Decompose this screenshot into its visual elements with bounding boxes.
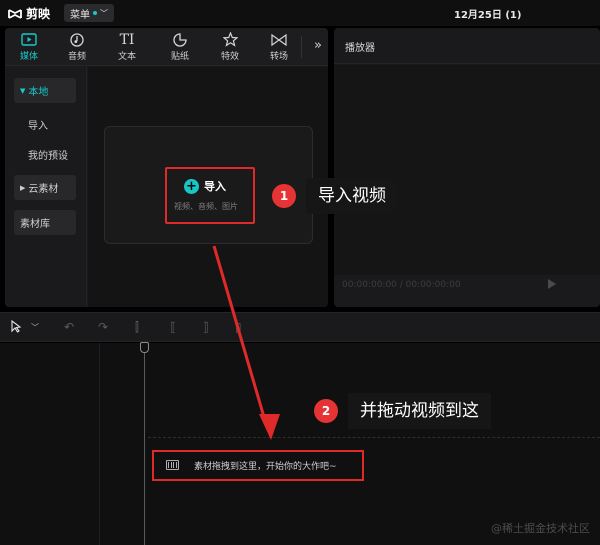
player-viewport — [334, 65, 600, 275]
chevron-down-icon: ﹀ — [100, 8, 108, 18]
sidebar-item-label: 导入 — [28, 121, 48, 132]
chevron-down-icon[interactable]: ﹀ — [31, 322, 39, 333]
delete-right-icon[interactable]: ⟧ — [203, 320, 209, 334]
split-icon[interactable]: ⫿ — [135, 320, 139, 335]
redo-icon[interactable]: ↷ — [98, 320, 108, 334]
sidebar-item-import[interactable]: 导入 — [14, 112, 76, 137]
tab-label: 特效 — [220, 52, 239, 62]
timeline-toolbar: ﹀ ↶ ↷ ⫿ ⟦ ⟧ ▯ — [0, 312, 600, 342]
player-title: 播放器 — [345, 43, 375, 54]
menu-button[interactable]: 菜单 ﹀ — [64, 4, 114, 22]
app-logo: 剪映 — [8, 5, 50, 22]
watermark: @稀土掘金技术社区 — [491, 522, 590, 535]
audio-icon — [70, 31, 84, 48]
sticker-icon — [173, 31, 187, 48]
step-badge-1: 1 — [272, 184, 296, 208]
tab-media[interactable]: 媒体 — [11, 31, 47, 63]
playhead[interactable] — [144, 343, 145, 545]
more-tabs-icon[interactable]: » — [314, 38, 322, 53]
delete-icon[interactable]: ▯ — [235, 320, 242, 334]
playhead-handle[interactable] — [140, 342, 149, 353]
divider — [301, 36, 302, 58]
sidebar-item-label: 云素材 — [28, 184, 59, 195]
capcut-logo-icon — [8, 8, 22, 19]
text-icon: TI — [119, 31, 135, 48]
sidebar-item-label: 本地 — [28, 87, 49, 98]
drop-highlight-box — [152, 450, 364, 481]
tab-audio[interactable]: 音频 — [59, 31, 95, 63]
tab-label: 贴纸 — [170, 52, 189, 62]
caret-right-icon: ▶ — [20, 183, 26, 192]
tab-label: 文本 — [117, 52, 136, 62]
tab-label: 音频 — [67, 52, 86, 62]
media-tabs: 媒体 音频 TI 文本 贴纸 特效 转场 » — [5, 28, 328, 66]
sidebar-item-library[interactable]: 素材库 — [14, 210, 76, 235]
tab-text[interactable]: TI 文本 — [109, 31, 145, 63]
callout-1: 导入视频 — [306, 178, 398, 214]
delete-left-icon[interactable]: ⟦ — [170, 320, 176, 334]
project-title: 12月25日 (1) — [454, 10, 522, 21]
import-highlight-box — [165, 167, 255, 224]
track-headers — [0, 343, 100, 545]
sidebar-item-label: 我的预设 — [28, 151, 68, 162]
media-icon — [21, 31, 37, 48]
sidebar-item-label: 素材库 — [20, 219, 50, 230]
sidebar-item-my-presets[interactable]: 我的预设 — [14, 142, 76, 167]
play-icon[interactable] — [548, 279, 556, 289]
app-name: 剪映 — [26, 7, 51, 21]
transition-icon — [271, 31, 287, 48]
tab-sticker[interactable]: 贴纸 — [162, 31, 198, 63]
tab-label: 媒体 — [19, 52, 38, 62]
media-sidebar: ▼ 本地 导入 我的预设 ▶ 云素材 素材库 — [5, 67, 87, 307]
notification-dot — [93, 11, 97, 15]
step-badge-2: 2 — [314, 399, 338, 423]
timecode: 00:00:00:00 / 00:00:00:00 — [342, 280, 461, 290]
sidebar-item-cloud[interactable]: ▶ 云素材 — [14, 175, 76, 200]
effects-icon — [222, 31, 238, 48]
tab-effects[interactable]: 特效 — [212, 31, 248, 63]
sidebar-item-local[interactable]: ▼ 本地 — [14, 78, 76, 103]
cursor-icon[interactable] — [10, 319, 22, 336]
undo-icon[interactable]: ↶ — [64, 320, 74, 334]
caret-down-icon: ▼ — [20, 86, 26, 95]
tab-transition[interactable]: 转场 — [261, 31, 297, 63]
tab-label: 转场 — [269, 52, 288, 62]
player-panel: 播放器 00:00:00:00 / 00:00:00:00 — [334, 28, 600, 307]
callout-2: 并拖动视频到这 — [348, 393, 491, 429]
menu-label: 菜单 — [70, 9, 90, 21]
